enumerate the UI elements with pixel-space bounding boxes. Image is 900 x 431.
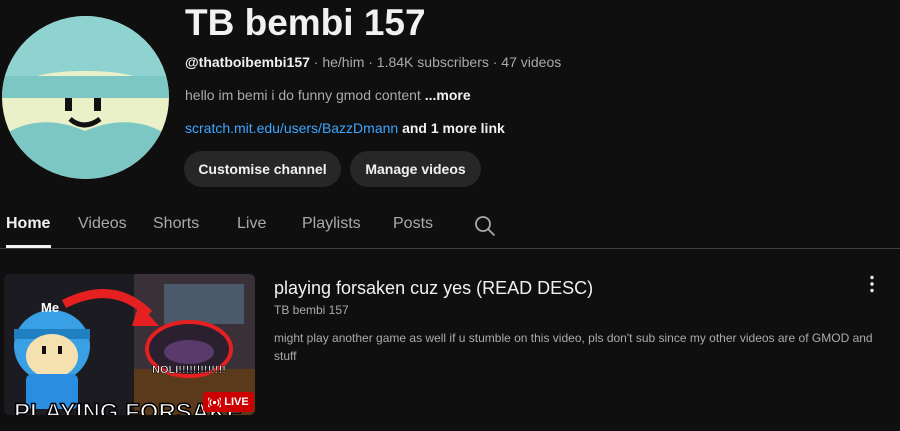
- channel-stats: · he/him · 1.84K subscribers · 47 videos: [309, 54, 562, 70]
- channel-avatar[interactable]: [2, 16, 169, 179]
- manage-videos-button[interactable]: Manage videos: [350, 151, 481, 187]
- more-link[interactable]: ...more: [425, 87, 471, 103]
- channel-handle: @thatboibembi157: [185, 54, 310, 70]
- live-broadcast-icon: [208, 396, 222, 408]
- channel-description[interactable]: hello im bemi i do funny gmod content ..…: [185, 87, 471, 103]
- tab-videos[interactable]: Videos: [78, 215, 127, 233]
- live-badge: LIVE: [203, 392, 254, 412]
- channel-meta: @thatboibembi157 · he/him · 1.84K subscr…: [185, 54, 561, 70]
- tab-posts[interactable]: Posts: [393, 215, 433, 233]
- live-badge-label: LIVE: [224, 396, 249, 408]
- external-link[interactable]: scratch.mit.edu/users/BazzDmann: [185, 120, 398, 136]
- thumbnail-me-text: Me: [41, 300, 59, 315]
- active-tab-indicator: [6, 245, 51, 248]
- tab-shorts[interactable]: Shorts: [153, 215, 199, 233]
- description-text: hello im bemi i do funny gmod content: [185, 87, 425, 103]
- kebab-menu-icon[interactable]: [862, 274, 882, 294]
- channel-links: scratch.mit.edu/users/BazzDmann and 1 mo…: [185, 120, 505, 136]
- tab-live[interactable]: Live: [237, 215, 266, 233]
- channel-tabs: Home Videos Shorts Live Playlists Posts: [0, 205, 900, 249]
- video-channel-name[interactable]: TB bembi 157: [274, 303, 349, 317]
- video-title[interactable]: playing forsaken cuz yes (READ DESC): [274, 278, 593, 299]
- thumbnail-noli-text: NOLI!!!!!!!!!!!!!: [152, 364, 226, 376]
- customise-channel-button[interactable]: Customise channel: [184, 151, 341, 187]
- more-links[interactable]: and 1 more link: [398, 120, 505, 136]
- tab-playlists[interactable]: Playlists: [302, 215, 361, 233]
- video-description: might play another game as well if u stu…: [274, 331, 873, 363]
- tab-home[interactable]: Home: [6, 215, 50, 233]
- search-icon[interactable]: [474, 215, 496, 237]
- channel-name: TB bembi 157: [185, 2, 426, 43]
